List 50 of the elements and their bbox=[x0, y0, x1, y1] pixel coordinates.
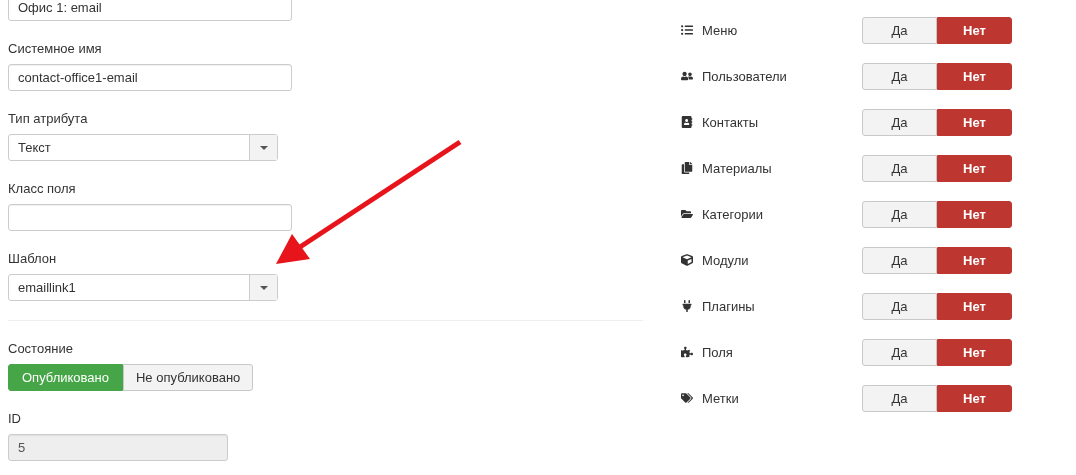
toggle-option[interactable]: Да bbox=[862, 16, 937, 44]
toggle-option[interactable]: Нет bbox=[937, 62, 1012, 90]
toggle-option[interactable]: Нет bbox=[937, 16, 1012, 44]
state-option[interactable]: Не опубликовано bbox=[123, 364, 254, 391]
plug-icon bbox=[680, 300, 694, 312]
field-label: ID bbox=[8, 410, 21, 428]
folder-icon bbox=[680, 208, 694, 220]
field-label: Тип атрибута bbox=[8, 110, 88, 128]
toggle-option[interactable]: Нет bbox=[937, 108, 1012, 136]
toggle-option[interactable]: Нет bbox=[937, 384, 1012, 412]
permission-label: Категории bbox=[702, 206, 764, 222]
permission-label: Пользователи bbox=[702, 68, 788, 84]
permission-label: Поля bbox=[702, 344, 734, 360]
users-icon bbox=[680, 70, 694, 82]
text-field[interactable]: Офис 1: email bbox=[8, 0, 292, 21]
toggle-option[interactable]: Нет bbox=[937, 292, 1012, 320]
toggle-option[interactable]: Да bbox=[862, 62, 937, 90]
permission-label: Модули bbox=[702, 252, 750, 268]
permission-label: Контакты bbox=[702, 114, 760, 130]
toggle-option[interactable]: Нет bbox=[937, 338, 1012, 366]
address-book-icon bbox=[680, 116, 694, 128]
caret-icon bbox=[259, 285, 268, 290]
select-field[interactable]: emaillink1 bbox=[8, 274, 278, 301]
toggle-option[interactable]: Да bbox=[862, 154, 937, 182]
toggle-option[interactable]: Да bbox=[862, 108, 937, 136]
text-field[interactable] bbox=[8, 204, 292, 231]
toggle-option[interactable]: Да bbox=[862, 384, 937, 412]
puzzle-icon bbox=[680, 346, 694, 358]
field-label: Системное имя bbox=[8, 40, 102, 58]
tags-icon bbox=[680, 392, 694, 404]
list-icon bbox=[680, 24, 694, 36]
permission-label: Метки bbox=[702, 390, 740, 406]
select-field[interactable]: Текст bbox=[8, 134, 278, 161]
toggle-option[interactable]: Нет bbox=[937, 200, 1012, 228]
toggle-option[interactable]: Да bbox=[862, 338, 937, 366]
toggle-option[interactable]: Нет bbox=[937, 246, 1012, 274]
toggle-option[interactable]: Да bbox=[862, 200, 937, 228]
text-field[interactable]: contact-office1-email bbox=[8, 64, 292, 91]
permission-label: Материалы bbox=[702, 160, 773, 176]
toggle-option[interactable]: Да bbox=[862, 246, 937, 274]
field-label: Состояние bbox=[8, 340, 73, 358]
field-label: Класс поля bbox=[8, 180, 76, 198]
field-label: Шаблон bbox=[8, 250, 57, 268]
caret-icon bbox=[259, 145, 268, 150]
toggle-option[interactable]: Нет bbox=[937, 154, 1012, 182]
cube-icon bbox=[680, 254, 694, 266]
toggle-option[interactable]: Да bbox=[862, 292, 937, 320]
permission-label: Меню bbox=[702, 22, 739, 38]
copy-icon bbox=[680, 162, 694, 174]
permission-label: Плагины bbox=[702, 298, 756, 314]
